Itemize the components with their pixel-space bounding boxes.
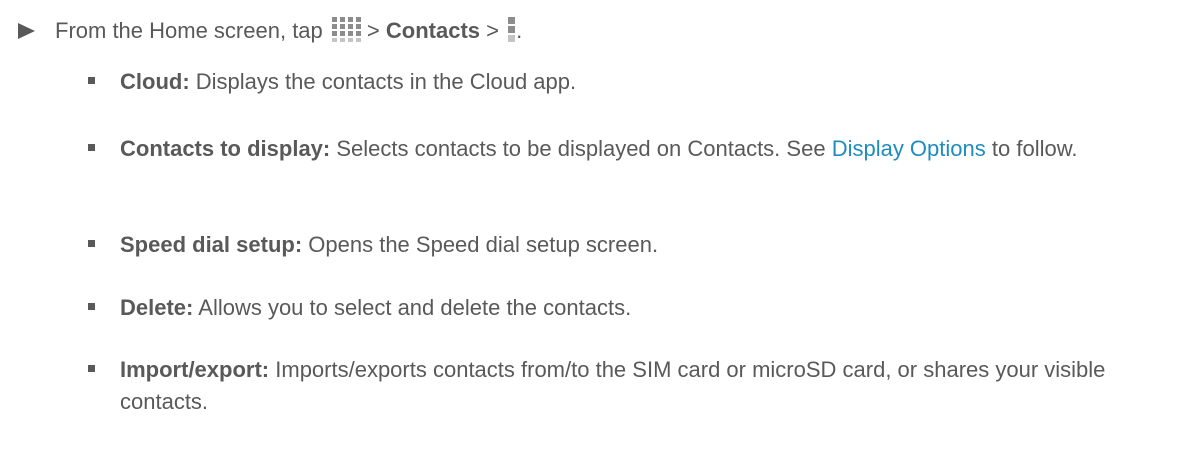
option-description: Allows you to select and delete the cont… <box>198 295 632 320</box>
apps-grid-icon <box>331 16 364 50</box>
bullet-icon <box>88 303 95 310</box>
option-contacts-to-display: Contacts to display: Selects contacts to… <box>88 133 1148 165</box>
option-import-export: Import/export: Imports/exports contacts … <box>88 354 1148 418</box>
option-description-after: to follow. <box>991 136 1078 161</box>
option-term: Import/export: <box>120 357 270 382</box>
option-description: Opens the Speed dial setup screen. <box>308 232 659 257</box>
step-prefix-text: From the Home screen, tap <box>55 18 323 43</box>
menu-icon <box>507 16 516 51</box>
display-options-link[interactable]: Display Options <box>832 136 986 161</box>
step-separator: > <box>486 18 499 43</box>
step-separator: > <box>366 18 380 43</box>
bullet-icon <box>88 144 95 151</box>
option-term: Cloud: <box>120 69 190 94</box>
bullet-icon <box>88 365 95 372</box>
option-term: Speed dial setup: <box>120 232 303 257</box>
option-cloud: Cloud: Displays the contacts in the Clou… <box>88 66 1148 98</box>
contacts-label: Contacts <box>385 18 481 43</box>
step-suffix: . <box>516 18 523 43</box>
option-delete: Delete: Allows you to select and delete … <box>88 292 1148 324</box>
step-arrow-icon <box>18 23 35 39</box>
option-speed-dial-setup: Speed dial setup: Opens the Speed dial s… <box>88 229 1148 261</box>
option-term: Delete: <box>120 295 194 320</box>
option-description: Selects contacts to be displayed on Cont… <box>336 136 826 161</box>
bullet-icon <box>88 240 95 247</box>
instruction-step: From the Home screen, tap > Contacts > . <box>18 16 1158 51</box>
bullet-icon <box>88 77 95 84</box>
option-description: Displays the contacts in the Cloud app. <box>195 69 577 94</box>
option-term: Contacts to display: <box>120 136 331 161</box>
